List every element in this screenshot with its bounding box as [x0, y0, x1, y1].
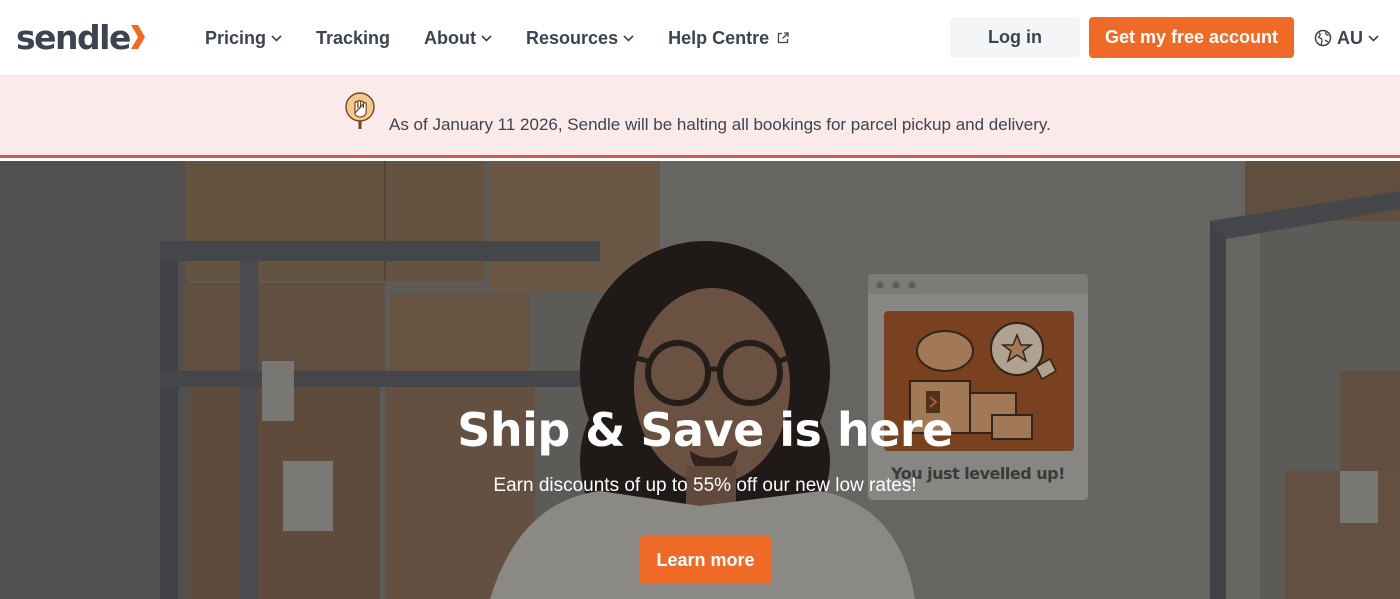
chevron-down-icon	[1368, 34, 1379, 42]
logo-wordmark: sendle	[16, 17, 131, 57]
announcement-banner: As of January 11 2026, Sendle will be ha…	[0, 76, 1400, 158]
locale-selector[interactable]: AU	[1314, 26, 1379, 50]
hero-background-image	[0, 161, 1400, 599]
chevron-down-icon	[481, 34, 492, 42]
nav-item-label: Resources	[526, 27, 619, 48]
main-nav: Pricing Tracking About Resources Help Ce…	[205, 0, 823, 76]
globe-icon	[1314, 29, 1332, 47]
nav-item-tracking[interactable]: Tracking	[316, 28, 390, 49]
nav-item-help-centre[interactable]: Help Centre	[668, 28, 789, 49]
chevron-down-icon	[623, 34, 634, 42]
login-button[interactable]: Log in	[950, 17, 1080, 58]
nav-item-label: Tracking	[316, 27, 391, 48]
site-header: sendle Pricing Tracking About Resources …	[0, 0, 1400, 76]
nav-item-resources[interactable]: Resources	[526, 28, 634, 49]
hero-section: You just levelled up! Ship & Save is her…	[0, 161, 1400, 599]
chevron-down-icon	[271, 34, 282, 42]
sendle-logo[interactable]: sendle	[16, 19, 145, 55]
hero-title: Ship & Save is here	[457, 403, 953, 457]
nav-item-about[interactable]: About	[424, 28, 492, 49]
stop-hand-icon	[345, 92, 375, 129]
get-free-account-button[interactable]: Get my free account	[1089, 17, 1294, 58]
locale-label: AU	[1337, 27, 1363, 48]
learn-more-button[interactable]: Learn more	[640, 536, 771, 584]
nav-item-label: Help Centre	[668, 27, 770, 48]
hero-subtitle: Earn discounts of up to 55% off our new …	[493, 475, 917, 496]
logo-chevron-icon	[130, 25, 145, 49]
nav-item-label: Pricing	[205, 27, 267, 48]
external-link-icon	[777, 32, 789, 44]
nav-item-pricing[interactable]: Pricing	[205, 28, 282, 49]
nav-item-label: About	[424, 27, 477, 48]
banner-message: As of January 11 2026, Sendle will be ha…	[389, 115, 1051, 134]
